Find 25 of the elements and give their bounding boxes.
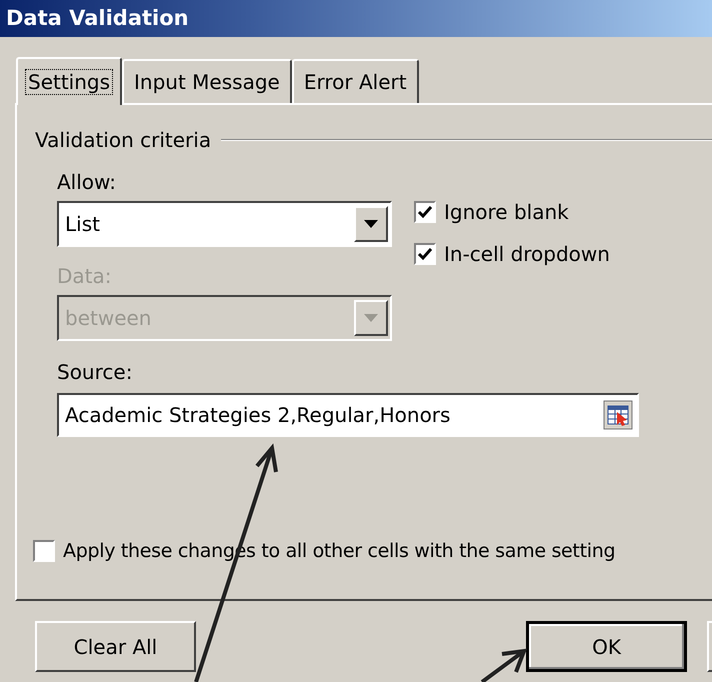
field-label: Allow: (57, 169, 118, 196)
checkbox[interactable] (414, 243, 436, 265)
annotation-arrow (480, 648, 528, 682)
field-label: Data: (57, 263, 112, 290)
dialog-button[interactable]: Clear All (35, 621, 196, 672)
field-label: Source: (57, 359, 134, 386)
window-title: Data Validation (6, 8, 189, 29)
checkbox-label: In-cell dropdown (444, 241, 610, 268)
partial-button[interactable] (707, 621, 712, 672)
checkbox-label: Ignore blank (444, 199, 569, 226)
collapse-dialog-icon[interactable] (603, 400, 633, 430)
dropdown-value: List (64, 211, 100, 238)
dialog-button[interactable]: OK (526, 621, 688, 672)
checkbox[interactable] (414, 201, 436, 223)
dropdown-value: between (64, 305, 152, 332)
tab[interactable]: Settings (16, 57, 122, 105)
checkbox[interactable] (33, 540, 55, 562)
tab[interactable]: Input Message (122, 59, 292, 103)
dropdown[interactable]: List (57, 201, 392, 247)
source-value: Academic Strategies 2,Regular,Honors (64, 402, 450, 429)
checkmark-icon (418, 247, 432, 261)
group-title: Validation criteria (35, 127, 212, 154)
source-field[interactable]: Academic Strategies 2,Regular,Honors (57, 393, 639, 437)
tab[interactable]: Error Alert (292, 59, 419, 103)
checkmark-icon (418, 205, 432, 219)
